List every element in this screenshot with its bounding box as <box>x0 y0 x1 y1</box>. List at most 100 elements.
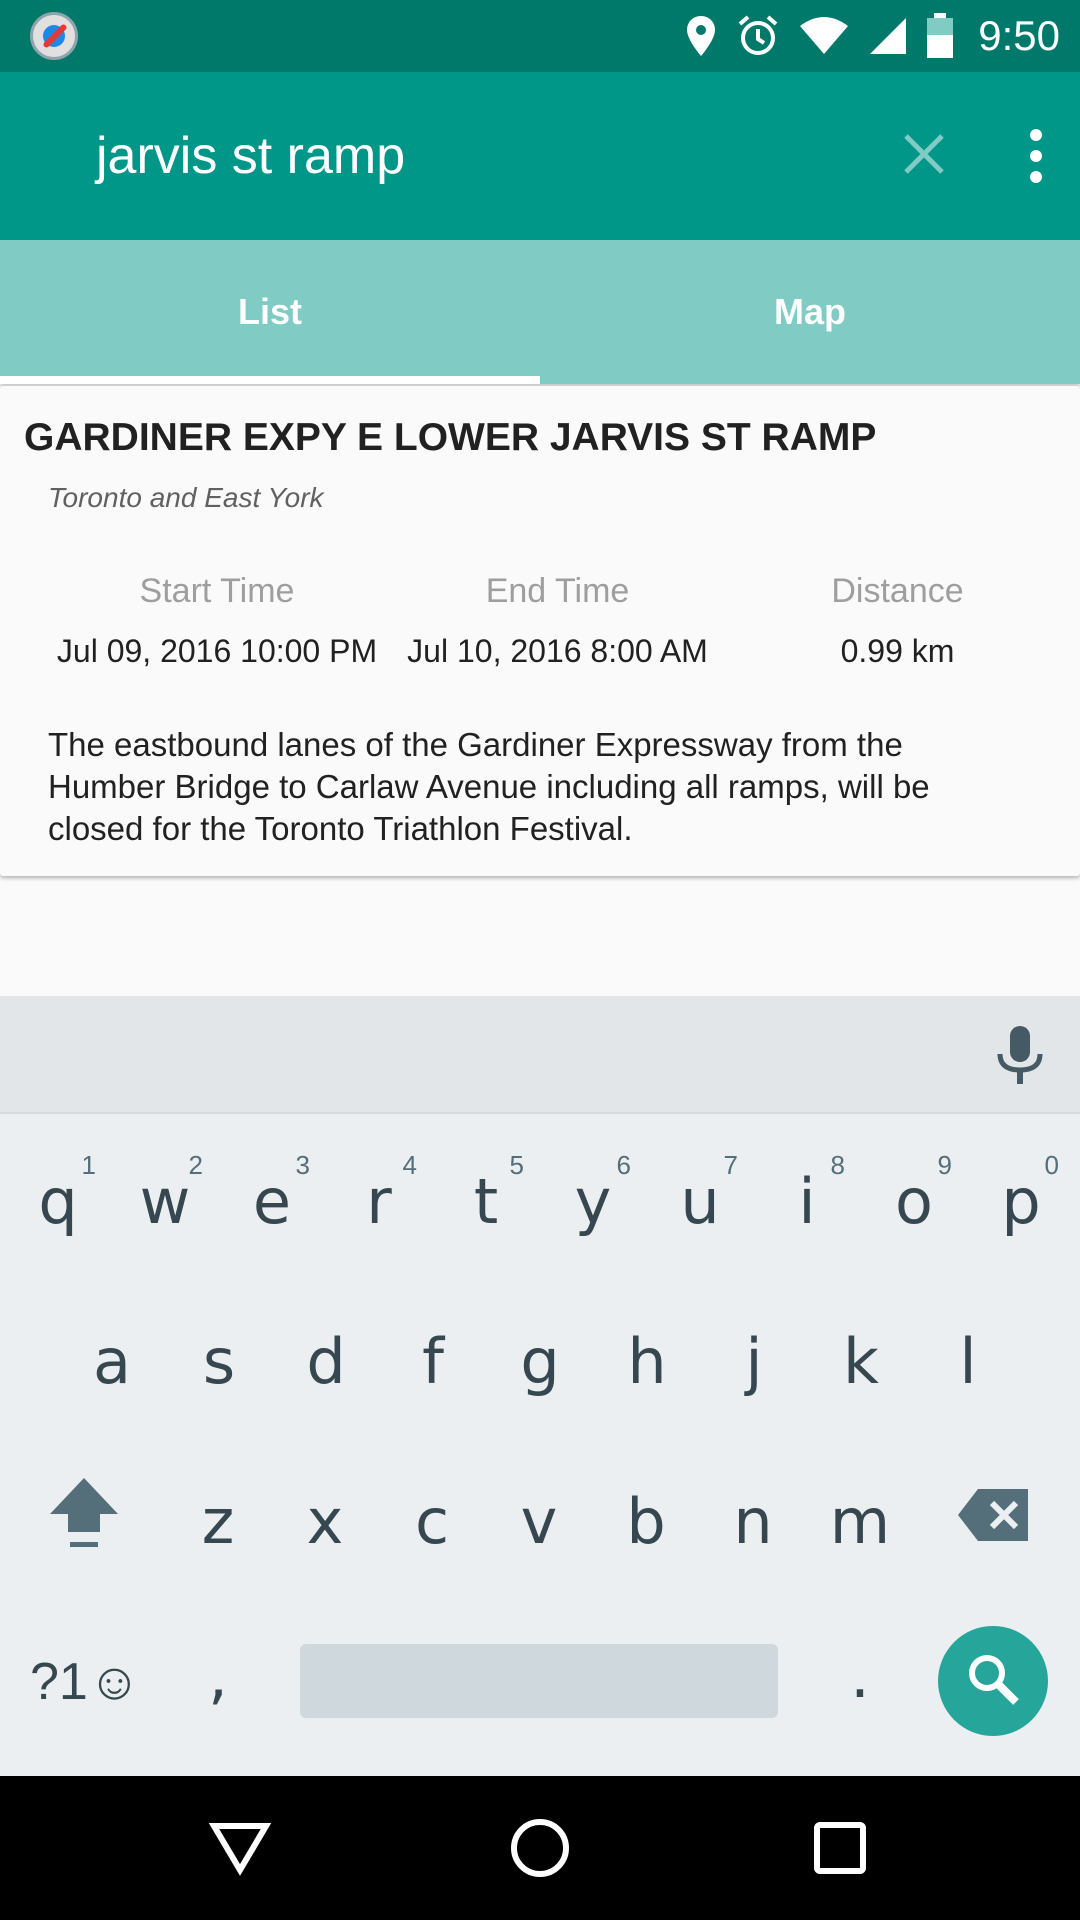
alarm-icon <box>736 14 780 58</box>
key-label: y <box>574 1164 612 1238</box>
battery-icon <box>926 13 954 59</box>
key-n[interactable]: n <box>701 1466 805 1576</box>
key-label: q <box>38 1164 78 1238</box>
microphone-icon[interactable] <box>990 1024 1050 1088</box>
key-label: t <box>473 1164 499 1238</box>
key-i[interactable]: i8 <box>755 1146 859 1256</box>
key-label: x <box>306 1484 344 1558</box>
end-time-column: End Time Jul 10, 2016 8:00 AM <box>395 572 720 670</box>
search-app-bar: jarvis st ramp <box>0 72 1080 240</box>
key-hint: 5 <box>509 1150 524 1180</box>
key-label: z <box>201 1484 235 1558</box>
status-bar: 9:50 <box>0 0 1080 72</box>
closure-area: Toronto and East York <box>48 482 324 513</box>
start-time-column: Start Time Jul 09, 2016 10:00 PM <box>42 572 392 670</box>
key-w[interactable]: w2 <box>113 1146 217 1256</box>
period-key[interactable]: . <box>808 1620 912 1730</box>
key-z[interactable]: z <box>166 1466 270 1576</box>
tab-indicator <box>0 376 540 384</box>
key-hint: 0 <box>1044 1150 1059 1180</box>
key-v[interactable]: v <box>487 1466 591 1576</box>
key-a[interactable]: a <box>60 1306 164 1416</box>
key-f[interactable]: f <box>381 1306 485 1416</box>
key-label: h <box>627 1324 667 1398</box>
key-label: d <box>306 1324 346 1398</box>
clear-search-button[interactable] <box>888 120 960 192</box>
space-key[interactable] <box>300 1644 778 1718</box>
key-m[interactable]: m <box>808 1466 912 1576</box>
key-label: b <box>626 1484 666 1558</box>
closure-result-card[interactable]: GARDINER EXPY E LOWER JARVIS ST RAMP Tor… <box>0 386 1080 876</box>
key-g[interactable]: g <box>488 1306 592 1416</box>
key-label: i <box>798 1164 816 1238</box>
tab-map[interactable]: Map <box>540 240 1080 384</box>
end-time-value: Jul 10, 2016 8:00 AM <box>407 633 708 669</box>
comma-key[interactable]: , <box>166 1620 270 1730</box>
end-time-label: End Time <box>485 572 630 610</box>
key-x[interactable]: x <box>273 1466 377 1576</box>
search-icon <box>963 1649 1023 1714</box>
key-h[interactable]: h <box>595 1306 699 1416</box>
start-time-label: Start Time <box>139 572 295 610</box>
navigation-bar <box>0 1776 1080 1920</box>
key-label: p <box>1001 1164 1041 1238</box>
key-e[interactable]: e3 <box>220 1146 324 1256</box>
backspace-key[interactable] <box>942 1466 1046 1576</box>
shift-icon <box>46 1474 122 1569</box>
search-key[interactable] <box>938 1626 1048 1736</box>
key-label: m <box>829 1484 891 1558</box>
home-icon[interactable] <box>498 1806 582 1890</box>
key-label: n <box>733 1484 773 1558</box>
key-hint: 7 <box>723 1150 738 1180</box>
key-c[interactable]: c <box>380 1466 484 1576</box>
back-icon[interactable] <box>198 1806 282 1890</box>
key-hint: 9 <box>937 1150 952 1180</box>
key-k[interactable]: k <box>809 1306 913 1416</box>
closure-description: The eastbound lanes of the Gardiner Expr… <box>48 726 930 847</box>
key-hint: 2 <box>188 1150 203 1180</box>
key-y[interactable]: y6 <box>541 1146 645 1256</box>
tab-list-label: List <box>237 291 302 332</box>
key-t[interactable]: t5 <box>434 1146 538 1256</box>
key-j[interactable]: j <box>702 1306 806 1416</box>
key-label: a <box>93 1324 131 1398</box>
shift-key[interactable] <box>32 1466 136 1576</box>
key-o[interactable]: o9 <box>862 1146 966 1256</box>
distance-label: Distance <box>831 572 964 610</box>
key-b[interactable]: b <box>594 1466 698 1576</box>
key-label: e <box>252 1164 292 1238</box>
key-label: c <box>414 1484 450 1558</box>
key-label: k <box>843 1324 879 1398</box>
key-s[interactable]: s <box>167 1306 271 1416</box>
key-hint: 4 <box>402 1150 417 1180</box>
key-r[interactable]: r4 <box>327 1146 431 1256</box>
key-u[interactable]: u7 <box>648 1146 752 1256</box>
key-label: v <box>520 1484 558 1558</box>
recents-icon[interactable] <box>798 1806 882 1890</box>
key-l[interactable]: l <box>916 1306 1020 1416</box>
key-q[interactable]: q1 <box>6 1146 110 1256</box>
closure-title: GARDINER EXPY E LOWER JARVIS ST RAMP <box>24 416 877 459</box>
key-d[interactable]: d <box>274 1306 378 1416</box>
key-label: j <box>745 1324 763 1398</box>
signal-icon <box>868 16 908 56</box>
close-icon <box>902 132 946 181</box>
key-label: r <box>366 1164 392 1238</box>
symbols-key[interactable]: ?1☺ <box>30 1632 141 1732</box>
start-time-value: Jul 09, 2016 10:00 PM <box>56 633 378 669</box>
tab-bar: List Map <box>0 240 1080 384</box>
backspace-icon <box>956 1485 1032 1558</box>
compass-app-icon <box>30 12 78 60</box>
tab-list[interactable]: List <box>0 240 540 384</box>
key-label: o <box>895 1164 933 1238</box>
key-hint: 3 <box>295 1150 310 1180</box>
key-hint: 1 <box>81 1150 96 1180</box>
suggestion-strip <box>0 996 1080 1114</box>
more-vert-icon[interactable] <box>1006 120 1066 192</box>
status-icons: 9:50 <box>684 0 1060 72</box>
key-hint: 8 <box>830 1150 845 1180</box>
distance-column: Distance 0.99 km <box>780 572 1015 670</box>
search-input[interactable]: jarvis st ramp <box>96 72 405 240</box>
key-label: f <box>422 1324 444 1398</box>
key-p[interactable]: p0 <box>969 1146 1073 1256</box>
